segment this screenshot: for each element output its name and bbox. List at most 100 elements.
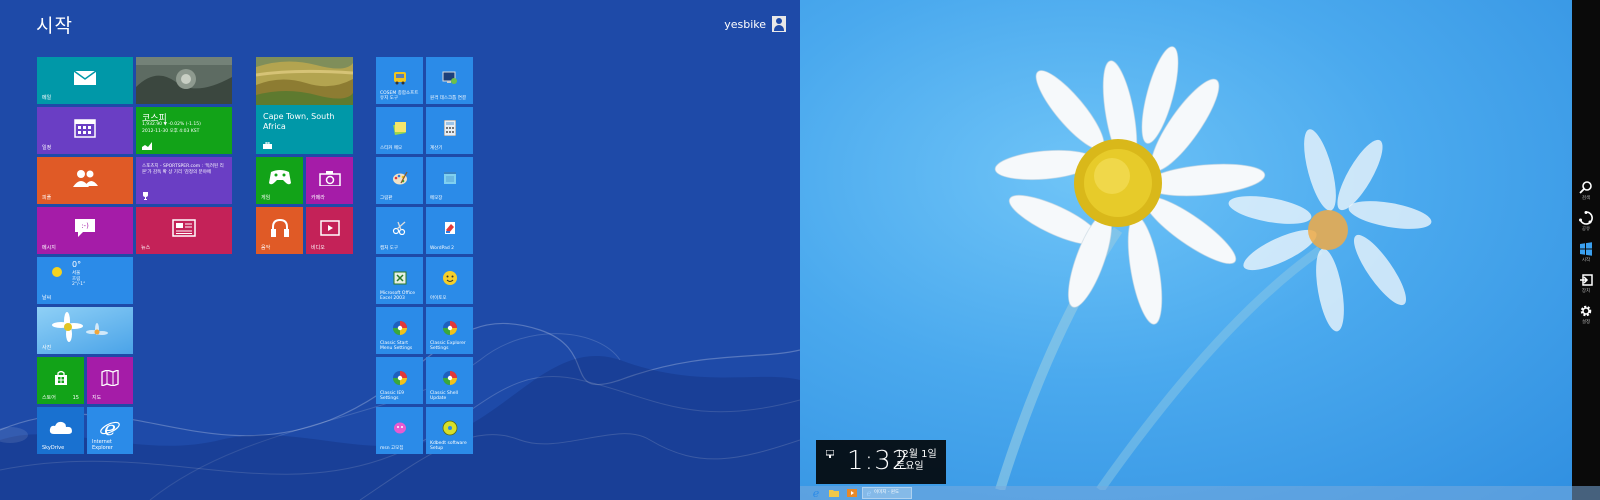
video-icon — [319, 219, 340, 236]
tile-label: 스토어 — [42, 395, 56, 401]
charm-start[interactable]: 시작 — [1572, 240, 1600, 270]
kospi-quote: 1,932.90 ▼ -0.02% (-1.15) — [142, 122, 201, 127]
svg-text::-): :-) — [81, 222, 89, 230]
tile-label: 뉴스 — [141, 245, 151, 251]
tile-label: 날씨 — [42, 295, 52, 301]
svg-text:e: e — [813, 487, 820, 499]
smiley-icon — [442, 270, 457, 285]
tile-messaging[interactable]: :-) 메시지 — [37, 207, 133, 254]
tile-music[interactable]: 음악 — [256, 207, 303, 254]
tile-label: 원격 데스크톱 연결 — [430, 96, 466, 101]
svg-text:e: e — [867, 489, 872, 497]
tile-app-classic-start-menu[interactable]: Classic Start Menu Settings — [376, 307, 423, 354]
user-avatar-icon — [772, 16, 786, 32]
tile-photos[interactable]: 사진 — [37, 307, 133, 354]
tile-label: SkyDrive — [42, 445, 65, 451]
tile-app-notepad[interactable]: 메모장 — [426, 157, 473, 204]
taskbar-window-button[interactable]: e 이미지 - 윈도 — [862, 487, 912, 499]
xbox-icon — [268, 169, 291, 184]
taskbar: e — [800, 486, 1600, 500]
gear-icon — [1580, 305, 1592, 317]
media-player-taskbar-icon[interactable] — [846, 487, 858, 499]
ie-taskbar-icon[interactable]: e — [810, 487, 822, 499]
charm-share[interactable]: 공유 — [1572, 209, 1600, 239]
tile-app-paint[interactable]: 그림판 — [376, 157, 423, 204]
tile-sports[interactable]: 스포츠지 - SPORTSPER.com : '독려된 리 몬'가 감독 확 상… — [136, 157, 232, 204]
travel-photo — [256, 57, 353, 105]
tile-app-snipping-tool[interactable]: 캡처 도구 — [376, 207, 423, 254]
username: yesbike — [724, 17, 766, 31]
photo-thumbnail — [136, 57, 232, 104]
remote-desktop-icon — [442, 71, 457, 84]
desktop: 검색 공유 시작 장치 설정 — [800, 0, 1600, 500]
mail-icon — [73, 70, 97, 85]
newspaper-icon — [172, 218, 196, 237]
svg-text:e: e — [104, 417, 116, 439]
travel-caption: Cape Town, South Africa — [263, 112, 335, 131]
tile-app-calculator[interactable]: 계산기 — [426, 107, 473, 154]
network-icon — [826, 450, 834, 458]
tile-app-classic-ie9[interactable]: Classic IE9 Settings — [376, 357, 423, 404]
user-account[interactable]: yesbike — [724, 16, 786, 32]
tile-calendar[interactable]: 일정 — [37, 107, 133, 154]
tile-app-sticky-notes[interactable]: 스티커 메모 — [376, 107, 423, 154]
charm-label: 장치 — [1581, 289, 1591, 294]
notepad-icon — [443, 171, 456, 184]
bus-icon — [393, 71, 406, 85]
tile-label: 계산기 — [430, 146, 443, 151]
tile-label: 아이토오 — [430, 296, 447, 301]
tile-people[interactable]: 피플 — [37, 157, 133, 204]
start-screen: 시작 yesbike 메일 일정 코스피 1,932.90 ▼ -0.02% (… — [0, 0, 800, 500]
classic-shell-icon — [442, 370, 457, 385]
tile-label: Kdbedt software Setup — [430, 441, 467, 451]
tile-app-classic-explorer[interactable]: Classic Explorer Settings — [426, 307, 473, 354]
tile-maps[interactable]: 지도 — [87, 357, 133, 404]
sticky-notes-icon — [392, 121, 406, 135]
devices-icon — [1580, 274, 1593, 286]
tile-label: Classic Shell Update — [430, 391, 458, 401]
tile-app-aitoo[interactable]: 아이토오 — [426, 257, 473, 304]
tile-camera[interactable]: 카메라 — [306, 157, 353, 204]
map-icon — [101, 369, 119, 386]
charm-settings[interactable]: 설정 — [1572, 302, 1600, 332]
tile-news[interactable]: 뉴스 — [136, 207, 232, 254]
tile-photo-live[interactable] — [136, 57, 232, 104]
tile-label: 사진 — [42, 345, 52, 351]
tile-app-msn[interactable]: msn 고모집 — [376, 407, 423, 454]
tile-ie[interactable]: e Internet Explorer — [87, 407, 133, 454]
store-bag-icon — [54, 370, 67, 385]
tile-kospi[interactable]: 코스피 1,932.90 ▼ -0.02% (-1.15) 2012-11-30… — [136, 107, 232, 154]
headphones-icon — [270, 218, 289, 237]
tile-app-kdbedt[interactable]: Kdbedt software Setup — [426, 407, 473, 454]
tile-label: 일정 — [42, 145, 52, 151]
tile-label: Microsoft Office Excel 2003 — [380, 291, 416, 301]
weather-temp: 0° — [72, 260, 82, 269]
tile-app-classic-shell-update[interactable]: Classic Shell Update — [426, 357, 473, 404]
wordpad-icon — [444, 221, 455, 234]
charm-devices[interactable]: 장치 — [1572, 271, 1600, 301]
tile-games[interactable]: 게임 — [256, 157, 303, 204]
trophy-icon — [143, 192, 148, 200]
tile-label: 스티커 메모 — [380, 146, 403, 151]
scissors-icon — [392, 221, 405, 235]
tile-label: 지도 — [92, 395, 102, 401]
classic-shell-icon — [392, 370, 407, 385]
tile-label: 음악 — [261, 245, 271, 251]
tile-app-wordpad[interactable]: WordPad 2 — [426, 207, 473, 254]
tile-mail[interactable]: 메일 — [37, 57, 133, 104]
charm-search[interactable]: 검색 — [1572, 178, 1600, 208]
tile-label: 메일 — [42, 95, 52, 101]
tile-label: 피플 — [42, 195, 52, 201]
tile-app-excel[interactable]: Microsoft Office Excel 2003 — [376, 257, 423, 304]
tile-app-cosem[interactable]: COSEM 종합소프트 유지 도구 — [376, 57, 423, 104]
tile-app-remote-desktop[interactable]: 원격 데스크톱 연결 — [426, 57, 473, 104]
tile-video[interactable]: 비디오 — [306, 207, 353, 254]
tile-travel[interactable]: Cape Town, South Africa — [256, 57, 353, 154]
tile-label: WordPad 2 — [430, 246, 454, 251]
calculator-icon — [443, 119, 456, 136]
tile-weather[interactable]: 0° 서울 흐림 2°/-1° 날씨 — [37, 257, 133, 304]
folder-taskbar-icon[interactable] — [828, 487, 840, 499]
tile-store[interactable]: 스토어 15 — [37, 357, 84, 404]
cloud-icon — [49, 421, 72, 434]
tile-skydrive[interactable]: SkyDrive — [37, 407, 84, 454]
